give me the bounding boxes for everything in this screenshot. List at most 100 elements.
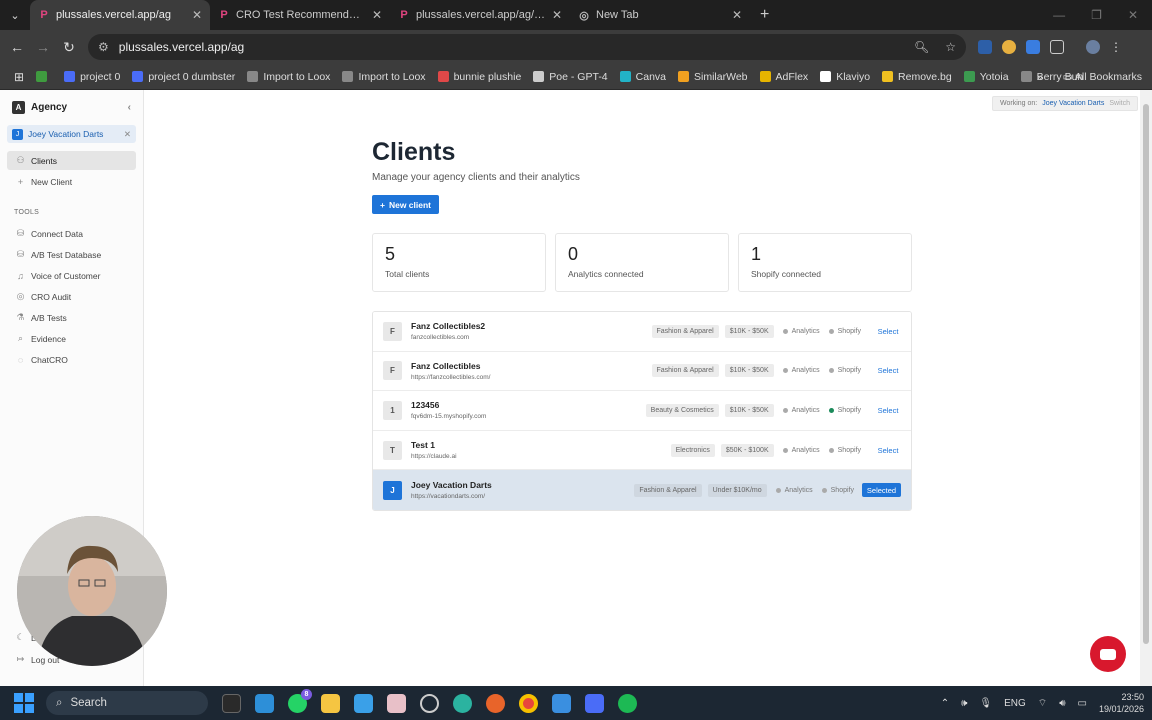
minimize-icon[interactable]: — <box>1053 8 1065 22</box>
taskbar-search[interactable]: ⌕ Search <box>46 691 208 715</box>
bookmark-item[interactable]: project 0 dumbster <box>126 71 241 83</box>
tab-search-icon[interactable]: ⌄ <box>0 0 30 30</box>
apps-grid-icon[interactable]: ⊞ <box>8 70 30 84</box>
status-dot-icon <box>828 368 834 374</box>
vscode-app-icon[interactable] <box>255 693 274 713</box>
windows-start-icon[interactable] <box>14 693 34 713</box>
close-tab-icon[interactable]: ✕ <box>372 8 382 22</box>
file-explorer-app-icon[interactable] <box>321 693 340 713</box>
sidebar-item-evidence[interactable]: ⌕ Evidence <box>7 329 136 348</box>
extension-icon[interactable] <box>1002 40 1016 54</box>
scrollbar-thumb[interactable] <box>1143 104 1149 644</box>
bookmark-item[interactable]: AdFlex <box>754 71 815 83</box>
bookmark-item[interactable]: Remove.bg <box>876 71 958 83</box>
profile-avatar-icon[interactable] <box>1086 40 1100 54</box>
client-row[interactable]: J Joey Vacation Darts https://vacationdart… <box>373 470 911 510</box>
client-row[interactable]: F Fanz Collectibles https://fanzcollectibl… <box>373 351 911 392</box>
close-tab-icon[interactable]: ✕ <box>732 8 742 22</box>
bookmark-item[interactable]: Poe - GPT-4 <box>527 71 613 83</box>
client-row[interactable]: F Fanz Collectibles2 fanzcollectibles.com F… <box>373 312 911 352</box>
sidebar-item-voice-of-customer[interactable]: ♫ Voice of Customer <box>7 266 136 285</box>
bookmark-item[interactable]: Yotoia <box>958 71 1015 83</box>
battery-icon[interactable]: ▭ <box>1078 698 1087 709</box>
zoom-icon[interactable]: 🔍︎ <box>914 40 929 54</box>
select-button[interactable]: Select <box>875 406 901 415</box>
browser-tab[interactable]: P CRO Test Recommendations • P ✕ <box>210 0 390 30</box>
microphone-icon[interactable]: 🎙︎ <box>979 698 992 709</box>
close-tab-icon[interactable]: ✕ <box>552 8 562 22</box>
wifi-icon[interactable]: ⌔ <box>1038 697 1047 710</box>
reload-icon[interactable]: ↻ <box>56 39 82 56</box>
speaker-icon[interactable]: 🕪︎ <box>961 698 967 709</box>
org-switcher[interactable]: A Agency ‹ <box>0 90 143 125</box>
chrome-app-icon[interactable] <box>519 693 538 713</box>
sidebar-item-ab-test-database[interactable]: ⛁ A/B Test Database <box>7 245 136 264</box>
sidebar-item-cro-audit[interactable]: ◎ CRO Audit <box>7 287 136 306</box>
active-client-pill[interactable]: J Joey Vacation Darts ✕ <box>7 125 136 143</box>
site-info-icon[interactable]: ⚙ <box>98 40 109 54</box>
page-scrollbar[interactable] <box>1140 90 1152 686</box>
terminal-app-icon[interactable] <box>222 693 241 713</box>
spotify-app-icon[interactable] <box>618 693 637 713</box>
forward-icon[interactable]: → <box>30 39 56 55</box>
language-indicator[interactable]: ENG <box>1004 698 1026 709</box>
sidebar-item-ab-tests[interactable]: ⚗ A/B Tests <box>7 308 136 327</box>
shopify-status: Shopify <box>828 367 861 374</box>
settings-app-icon[interactable] <box>585 693 604 713</box>
bookmark-item[interactable]: Import to Loox <box>241 71 336 83</box>
shopify-label: Shopify <box>837 446 861 454</box>
switch-client-link[interactable]: Switch <box>1109 100 1130 107</box>
bookmark-item[interactable]: Canva <box>614 71 672 83</box>
bookmark-item[interactable] <box>30 71 58 83</box>
browser-tab[interactable]: Pplussales.vercel.app/ag/cro-inte ✕ <box>390 0 570 30</box>
new-client-button[interactable]: + New client <box>372 195 439 214</box>
edge-app-icon[interactable] <box>453 693 472 713</box>
browser-tab[interactable]: Pplussales.vercel.app/ag ✕ <box>30 0 210 30</box>
bookmark-item[interactable]: bunnie plushie <box>432 71 528 83</box>
chat-widget-button[interactable] <box>1090 636 1126 672</box>
system-clock[interactable]: 23:50 19/01/2026 <box>1099 691 1144 715</box>
select-button[interactable]: Select <box>875 366 901 375</box>
sidebar-item-connect-data[interactable]: ⛁ Connect Data <box>7 224 136 243</box>
extension-icon[interactable] <box>978 40 992 54</box>
bookmark-favicon-icon <box>1020 71 1032 82</box>
selected-button[interactable]: Selected <box>862 483 901 498</box>
photos-app-icon[interactable] <box>354 693 373 713</box>
more-vert-icon[interactable]: ⋮ <box>1110 40 1122 54</box>
whatsapp-app-icon[interactable]: 8 <box>288 688 312 713</box>
new-tab-button[interactable]: + <box>750 6 779 24</box>
all-bookmarks[interactable]: ▭ All Bookmarks <box>1063 71 1142 83</box>
extension-icon[interactable] <box>1026 40 1040 54</box>
steam-app-icon[interactable] <box>420 693 439 713</box>
close-tab-icon[interactable]: ✕ <box>192 8 202 22</box>
browser-tab[interactable]: ◎ New Tab ✕ <box>570 0 750 30</box>
volume-icon[interactable]: 🔊︎ <box>1059 698 1065 709</box>
clear-client-icon[interactable]: ✕ <box>124 129 131 140</box>
collapse-chevron-icon[interactable]: ‹ <box>128 102 131 113</box>
notepad-app-icon[interactable] <box>552 693 571 713</box>
url-omnibox[interactable]: ⚙ plussales.vercel.app/ag 🔍︎ ☆ <box>88 34 966 60</box>
bookmark-item[interactable]: SimilarWeb <box>672 71 753 83</box>
back-icon[interactable]: ← <box>4 39 30 55</box>
firefox-app-icon[interactable] <box>486 693 505 713</box>
paint-app-icon[interactable] <box>387 693 406 713</box>
select-button[interactable]: Select <box>875 446 901 455</box>
more-bookmarks-icon[interactable]: » <box>1037 71 1043 83</box>
client-row[interactable]: T Test 1 https://claude.ai Electronics $50K … <box>373 430 911 471</box>
bookmark-favicon-icon <box>533 71 545 82</box>
client-row[interactable]: 1 123456 fqv6dm-15.myshopify.com Beauty & C… <box>373 391 911 431</box>
sidebar-item-new-client[interactable]: + New Client <box>7 172 136 191</box>
chevron-up-icon[interactable]: ⌃ <box>941 698 949 709</box>
bookmark-favicon-icon <box>64 71 76 82</box>
select-button[interactable]: Select <box>875 327 901 336</box>
maximize-icon[interactable]: ❐ <box>1091 8 1102 22</box>
bookmark-item[interactable]: project 0 <box>58 71 126 83</box>
bookmark-item[interactable]: Import to Loox <box>336 71 431 83</box>
puzzle-icon[interactable] <box>1050 40 1064 54</box>
bookmark-item[interactable]: Klaviyo <box>814 71 876 83</box>
sidebar-item-chatcro[interactable]: ◌ ChatCRO <box>7 350 136 369</box>
bookmark-star-icon[interactable]: ☆ <box>945 40 956 54</box>
close-window-icon[interactable]: ✕ <box>1128 8 1138 22</box>
sidebar-item-clients[interactable]: ⚇ Clients <box>7 151 136 170</box>
notification-badge: 8 <box>301 688 312 700</box>
